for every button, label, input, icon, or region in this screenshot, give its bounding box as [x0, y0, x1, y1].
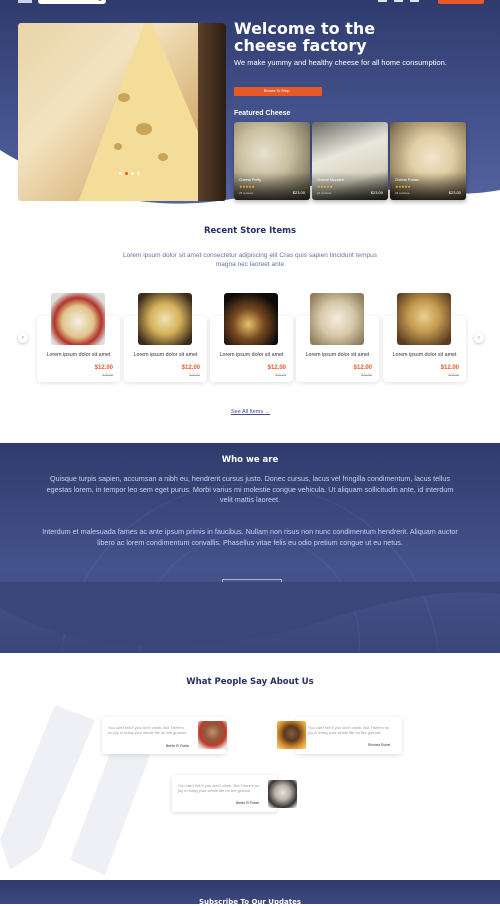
- item-name: Lorem ipsum dolor sit amet: [219, 352, 284, 358]
- avatar: [268, 780, 297, 808]
- item-old-price: $15.00: [275, 373, 286, 377]
- featured-card[interactable]: Cheese Mozzarel ★★★★★ 24 reviews $23.00: [312, 122, 388, 200]
- item-price: $12.00: [94, 365, 113, 371]
- hero-subtitle: We make yummy and healthy cheese for all…: [234, 58, 447, 67]
- carousel-dots: [119, 172, 140, 175]
- rating-stars-icon: ★★★★★: [395, 184, 411, 189]
- item-image: [51, 293, 105, 345]
- item-old-price: $15.00: [361, 373, 372, 377]
- item-old-price: $15.00: [189, 373, 200, 377]
- featured-reviews: 24 reviews: [317, 191, 332, 195]
- who-paragraph-1: Quisque turpis sapien, accumsan a nibh e…: [46, 474, 454, 504]
- featured-price: $23.00: [370, 190, 383, 195]
- rating-stars-icon: ★★★★★: [317, 184, 333, 189]
- featured-name: Cheese Portato: [395, 178, 420, 182]
- carousel-dot[interactable]: [125, 172, 128, 175]
- nav-link[interactable]: [394, 0, 403, 2]
- item-price: $12.00: [181, 365, 200, 371]
- testimonial-card: You can't tell if you don't climb. But T…: [172, 775, 277, 812]
- testimonial-author: Bertie El Robin: [236, 801, 260, 805]
- store-item-card[interactable]: Lorem ipsum dolor sit amet $12.00 $15.00: [210, 293, 293, 382]
- arrow-right-icon: →: [264, 409, 271, 415]
- item-old-price: $15.00: [102, 373, 113, 377]
- carousel-dot[interactable]: [137, 172, 140, 175]
- nav-link[interactable]: [378, 0, 387, 2]
- recent-items-title: Recent Store Items: [203, 226, 297, 236]
- carousel-dot[interactable]: [119, 172, 122, 175]
- featured-card[interactable]: Cheese Portato ★★★★★ 24 reviews $23.00: [390, 122, 466, 200]
- item-old-price: $15.00: [448, 373, 459, 377]
- store-item-card[interactable]: Lorem ipsum dolor sit amet $12.00 $15.00: [383, 293, 466, 382]
- who-wave-decoration: [0, 582, 500, 647]
- hero-title: Welcome to the cheese factory: [234, 20, 434, 54]
- header-cta-button[interactable]: [438, 0, 484, 4]
- site-logo[interactable]: [18, 0, 32, 3]
- nav-links: [378, 0, 419, 2]
- featured-cheese-label: Featured Cheese: [234, 110, 291, 117]
- featured-price: $23.00: [448, 190, 461, 195]
- see-all-items-link[interactable]: See All Items →: [231, 409, 270, 415]
- featured-reviews: 24 reviews: [239, 191, 254, 195]
- testimonials-title: What People Say About Us: [186, 677, 314, 687]
- item-name: Lorem ipsum dolor sit amet: [305, 352, 370, 358]
- item-image: [310, 293, 364, 345]
- cheese-hole: [118, 93, 130, 102]
- featured-card[interactable]: Cheese Pretty ★★★★★ 24 reviews $23.00: [234, 122, 310, 200]
- hero-title-line2: cheese factory: [234, 36, 367, 55]
- testimonial-author: Bertie El Robin: [166, 744, 190, 748]
- cheese-hole: [136, 123, 152, 135]
- item-name: Lorem ipsum dolor sit amet: [392, 352, 457, 358]
- search-input[interactable]: [38, 0, 106, 4]
- item-name: Lorem ipsum dolor sit amet: [133, 352, 198, 358]
- testimonial-text: You can't tell if you don't climb. But T…: [178, 783, 260, 793]
- subscribe-title: Subscribe To Our Updates: [198, 898, 301, 906]
- bread-graphic: [198, 23, 226, 201]
- featured-name: Cheese Pretty: [239, 178, 262, 182]
- item-name: Lorem ipsum dolor sit amet: [46, 352, 111, 358]
- store-item-card[interactable]: Lorem ipsum dolor sit amet $12.00 $15.00: [124, 293, 207, 382]
- item-price: $12.00: [440, 365, 459, 371]
- hero-title-line1: Welcome to the: [234, 19, 376, 38]
- carousel-dot[interactable]: [131, 172, 134, 175]
- featured-name: Cheese Mozzarel: [317, 178, 345, 182]
- recent-items-description: Lorem ipsum dolor sit amet consectetur a…: [123, 252, 377, 268]
- item-price: $12.00: [353, 365, 372, 371]
- chevron-right-icon[interactable]: ›: [474, 333, 484, 343]
- rating-stars-icon: ★★★★★: [239, 184, 255, 189]
- testimonial-author: Richard Robel: [368, 743, 391, 747]
- cheese-hole: [158, 153, 168, 161]
- item-image: [224, 293, 278, 345]
- search-icon: [98, 0, 102, 1]
- testimonial-text: You can't tell if you don't climb. But T…: [108, 725, 187, 735]
- browse-shop-button[interactable]: Browse To Shop: [234, 87, 322, 96]
- who-we-are-title: Who we are: [221, 455, 279, 465]
- top-navigation: [0, 0, 500, 6]
- item-price: $12.00: [267, 365, 286, 371]
- see-all-label: See All Items: [231, 409, 264, 415]
- store-item-card[interactable]: Lorem ipsum dolor sit amet $12.00 $15.00: [296, 293, 379, 382]
- testimonial-text: You can't tell if you don't climb. But T…: [308, 725, 390, 735]
- item-image: [397, 293, 451, 345]
- nav-link[interactable]: [410, 0, 419, 2]
- who-paragraph-2: Interdum et malesuada fames ac ante ipsu…: [42, 527, 458, 547]
- testimonial-card: You can't tell if you don't climb. But T…: [296, 717, 402, 754]
- avatar: [198, 721, 227, 749]
- cheese-hole: [114, 143, 122, 150]
- store-item-card[interactable]: Lorem ipsum dolor sit amet $12.00 $15.00: [37, 293, 120, 382]
- featured-price: $23.00: [292, 190, 305, 195]
- featured-reviews: 24 reviews: [395, 191, 410, 195]
- item-image: [138, 293, 192, 345]
- avatar: [277, 721, 306, 749]
- chevron-left-icon[interactable]: ‹: [18, 333, 28, 343]
